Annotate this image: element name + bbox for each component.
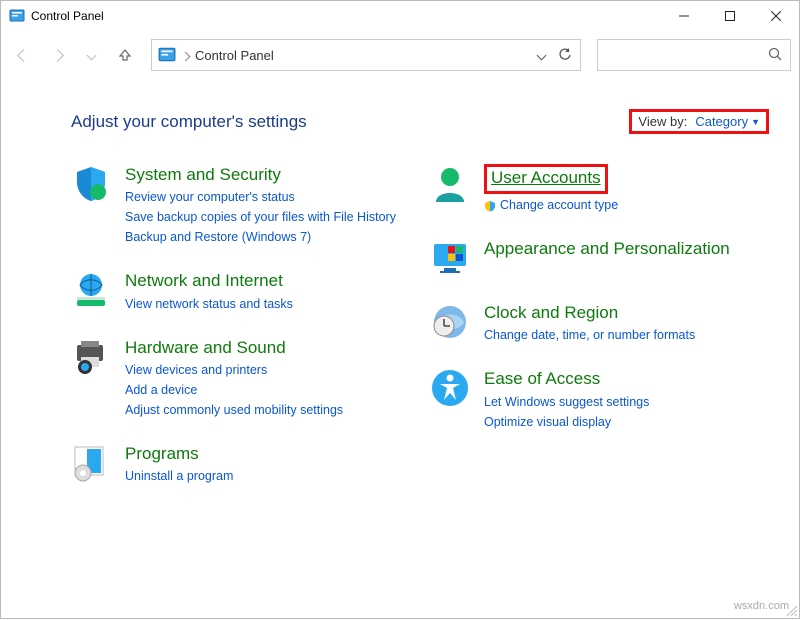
category-hardware-sound: Hardware and Sound View devices and prin… (71, 337, 410, 419)
page-heading: Adjust your computer's settings (71, 112, 307, 132)
search-icon (768, 47, 782, 64)
title-bar: Control Panel (1, 1, 799, 31)
shield-icon (71, 164, 111, 204)
forward-button[interactable] (43, 41, 71, 69)
window-controls (661, 1, 799, 31)
category-title[interactable]: Programs (125, 443, 233, 465)
category-network-internet: Network and Internet View network status… (71, 270, 410, 312)
category-title[interactable]: Hardware and Sound (125, 337, 343, 359)
uac-shield-icon (484, 199, 496, 211)
right-column: User Accounts Change account type Appear… (430, 164, 769, 485)
category-title[interactable]: Clock and Region (484, 302, 695, 324)
user-icon (430, 164, 470, 204)
category-title[interactable]: User Accounts (484, 164, 608, 194)
category-title[interactable]: Ease of Access (484, 368, 649, 390)
category-link[interactable]: Change account type (484, 196, 618, 214)
view-by-label: View by: (638, 114, 687, 129)
window-frame: Control Panel Control Panel Adjust (0, 0, 800, 619)
address-text: Control Panel (195, 48, 526, 63)
globe-network-icon (71, 270, 111, 310)
category-link[interactable]: Review your computer's status (125, 188, 396, 206)
title-bar-left: Control Panel (9, 8, 104, 24)
category-link[interactable]: Optimize visual display (484, 413, 649, 431)
category-title[interactable]: Network and Internet (125, 270, 293, 292)
heading-row: Adjust your computer's settings View by:… (71, 109, 769, 134)
category-title[interactable]: System and Security (125, 164, 396, 186)
refresh-button[interactable] (556, 46, 574, 64)
category-appearance-personalization: Appearance and Personalization (430, 238, 769, 278)
monitor-grid-icon (430, 238, 470, 278)
address-dropdown-button[interactable] (532, 46, 550, 64)
category-title[interactable]: Appearance and Personalization (484, 238, 730, 260)
back-button[interactable] (9, 41, 37, 69)
category-clock-region: Clock and Region Change date, time, or n… (430, 302, 769, 344)
up-button[interactable] (111, 41, 139, 69)
category-link[interactable]: View network status and tasks (125, 295, 293, 313)
category-programs: Programs Uninstall a program (71, 443, 410, 485)
category-link[interactable]: Change date, time, or number formats (484, 326, 695, 344)
categories-grid: System and Security Review your computer… (71, 164, 769, 485)
watermark: wsxdn.com (734, 600, 789, 612)
left-column: System and Security Review your computer… (71, 164, 410, 485)
toolbar: Control Panel (1, 31, 799, 79)
category-system-security: System and Security Review your computer… (71, 164, 410, 246)
category-link[interactable]: View devices and printers (125, 361, 343, 379)
category-link[interactable]: Uninstall a program (125, 467, 233, 485)
view-by-selector[interactable]: View by: Category ▼ (629, 109, 769, 134)
control-panel-icon (9, 8, 25, 24)
view-by-value: Category ▼ (695, 114, 760, 129)
accessibility-icon (430, 368, 470, 408)
window-title: Control Panel (31, 9, 104, 23)
category-link[interactable]: Adjust commonly used mobility settings (125, 401, 343, 419)
address-bar[interactable]: Control Panel (151, 39, 581, 71)
maximize-button[interactable] (707, 1, 753, 31)
clock-globe-icon (430, 302, 470, 342)
category-link[interactable]: Let Windows suggest settings (484, 393, 649, 411)
recent-locations-button[interactable] (77, 41, 105, 69)
address-icon (158, 46, 176, 64)
category-link[interactable]: Add a device (125, 381, 343, 399)
programs-icon (71, 443, 111, 483)
chevron-right-icon (182, 48, 189, 63)
close-button[interactable] (753, 1, 799, 31)
minimize-button[interactable] (661, 1, 707, 31)
content-area: Adjust your computer's settings View by:… (1, 79, 799, 505)
printer-camera-icon (71, 337, 111, 377)
category-user-accounts: User Accounts Change account type (430, 164, 769, 214)
category-ease-of-access: Ease of Access Let Windows suggest setti… (430, 368, 769, 430)
category-link[interactable]: Save backup copies of your files with Fi… (125, 208, 396, 226)
search-box[interactable] (597, 39, 791, 71)
resize-grip[interactable] (784, 603, 798, 617)
category-link[interactable]: Backup and Restore (Windows 7) (125, 228, 396, 246)
